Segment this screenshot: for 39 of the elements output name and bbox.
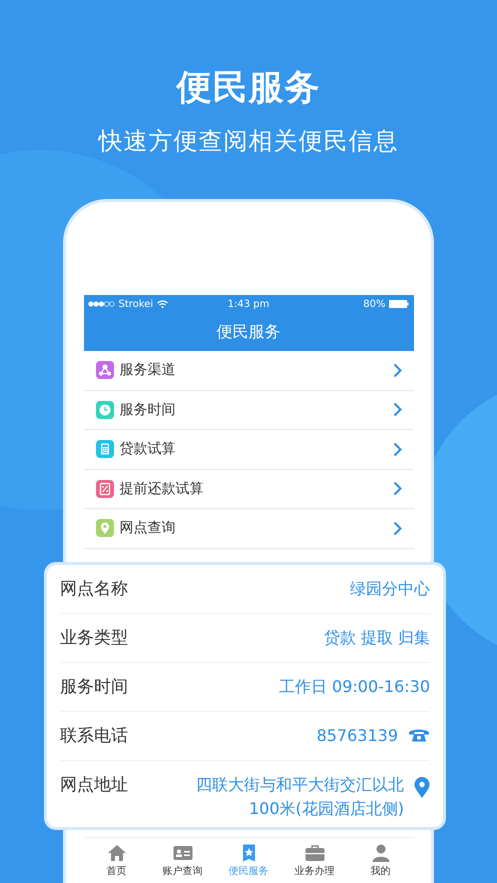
nav-title: 便民服务 xyxy=(216,322,280,342)
chevron-right-icon xyxy=(392,520,402,536)
menu-item[interactable]: 服务渠道 xyxy=(84,351,414,390)
carrier-name: Strokei xyxy=(118,298,154,310)
field-label: 业务类型 xyxy=(60,627,128,650)
battery-icon xyxy=(389,300,410,308)
location-pin-icon[interactable] xyxy=(414,777,430,798)
field-label: 网点地址 xyxy=(60,774,128,797)
tab-item[interactable]: 我的 xyxy=(350,844,410,878)
field-value: 绿园分中心 xyxy=(350,578,430,600)
field-label: 服务时间 xyxy=(60,676,128,699)
tab-item[interactable]: 业务办理 xyxy=(284,844,344,878)
telephone-icon[interactable] xyxy=(408,728,430,742)
chevron-right-icon xyxy=(392,362,402,378)
battery-percent: 80% xyxy=(363,298,386,310)
person-icon xyxy=(370,844,390,862)
field-value: 85763139 xyxy=(316,725,398,747)
field-value: 工作日 09:00-16:30 xyxy=(278,676,430,698)
menu-item[interactable]: 贷款试算 xyxy=(84,430,414,470)
id-card-icon xyxy=(172,844,192,862)
field-label: 网点名称 xyxy=(60,578,128,601)
field-value: 四联大街与和平大街交汇以北100米(花园酒店北侧) xyxy=(195,774,404,820)
field-value: 贷款 提取 归集 xyxy=(324,627,430,649)
chevron-right-icon xyxy=(392,481,402,496)
page-title: 便民服务 xyxy=(176,67,320,110)
house-icon xyxy=(106,844,126,862)
wifi-icon xyxy=(157,300,168,308)
field-label: 联系电话 xyxy=(60,725,128,748)
status-time: 1:43 pm xyxy=(228,298,270,310)
page-subtitle: 快速方便查阅相关便民信息 xyxy=(98,126,398,157)
menu-item[interactable]: 提前还款试算 xyxy=(84,470,414,509)
chevron-right-icon xyxy=(392,402,402,418)
menu-item[interactable]: 网点查询 xyxy=(84,509,414,548)
tab-item[interactable]: 账户查询 xyxy=(152,844,212,878)
briefcase-icon xyxy=(304,844,324,862)
signal-icon xyxy=(88,301,114,307)
tab-item[interactable]: 首页 xyxy=(86,844,146,878)
chevron-right-icon xyxy=(392,442,402,457)
menu-item[interactable]: 服务时间 xyxy=(84,390,414,430)
